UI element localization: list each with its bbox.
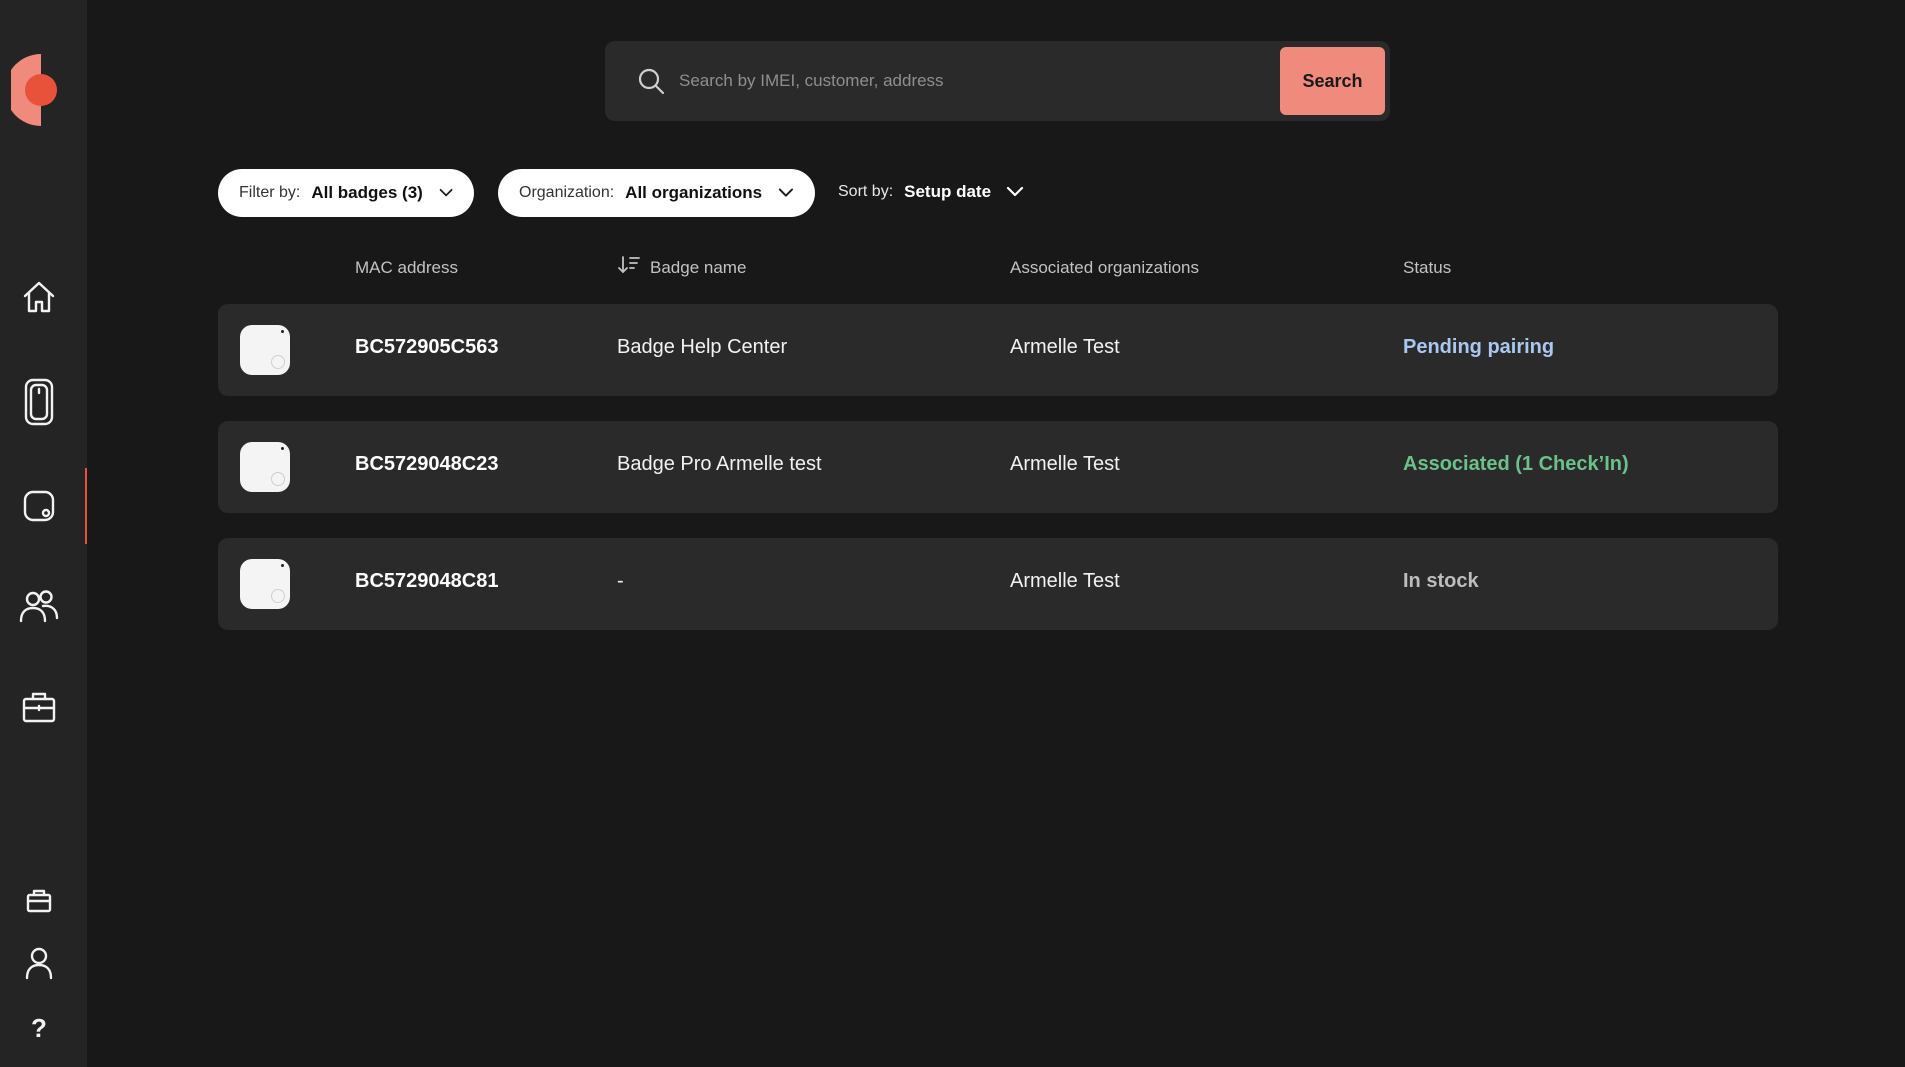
associated-organization: Armelle Test — [1010, 336, 1120, 358]
sort-by-value: Setup date — [904, 182, 992, 201]
phone-icon[interactable] — [14, 377, 64, 427]
user-icon[interactable] — [14, 938, 64, 988]
users-icon[interactable] — [14, 581, 64, 631]
sort-by-dropdown[interactable]: Sort by: Setup date — [838, 172, 1024, 212]
associated-organization: Armelle Test — [1010, 453, 1120, 475]
column-header-badge-name[interactable]: Badge name — [650, 258, 746, 278]
table-row[interactable]: BC572905C563 Badge Help Center Armelle T… — [218, 304, 1778, 396]
status-badge: Pending pairing — [1403, 336, 1555, 358]
active-nav-indicator — [85, 468, 87, 544]
inbox-icon[interactable] — [14, 876, 64, 926]
filter-by-value: All badges (3) — [311, 183, 423, 202]
status-badge: In stock — [1403, 570, 1479, 592]
badge-device-image — [240, 325, 290, 375]
badge-name: Badge Help Center — [617, 336, 788, 358]
badge-device-image — [240, 559, 290, 609]
brand-logo[interactable] — [5, 52, 67, 128]
filter-by-dropdown[interactable]: Filter by: All badges (3) — [218, 169, 474, 217]
search-input[interactable] — [679, 63, 1239, 99]
badge-icon[interactable] — [14, 481, 64, 531]
chevron-down-icon — [1006, 186, 1024, 197]
column-header-status[interactable]: Status — [1403, 258, 1451, 278]
chevron-down-icon — [439, 188, 453, 197]
status-badge: Associated (1 Check’In) — [1403, 453, 1629, 475]
search-icon — [637, 67, 665, 95]
organization-value: All organizations — [625, 183, 763, 202]
table-row[interactable]: BC5729048C23 Badge Pro Armelle test Arme… — [218, 421, 1778, 513]
associated-organization: Armelle Test — [1010, 570, 1120, 592]
badge-name: Badge Pro Armelle test — [617, 453, 822, 475]
home-icon[interactable] — [14, 272, 64, 322]
column-header-organizations[interactable]: Associated organizations — [1010, 258, 1199, 278]
organization-dropdown[interactable]: Organization: All organizations — [498, 169, 815, 217]
column-header-mac[interactable]: MAC address — [355, 258, 458, 278]
chevron-down-icon — [778, 188, 794, 197]
mac-address: BC5729048C81 — [355, 570, 499, 592]
mac-address: BC5729048C23 — [355, 453, 499, 475]
sort-by-label: Sort by: — [838, 183, 894, 200]
sidebar: ? — [0, 0, 87, 1067]
search-button[interactable]: Search — [1280, 47, 1385, 115]
badge-device-image — [240, 442, 290, 492]
help-icon[interactable]: ? — [14, 1003, 64, 1053]
sort-descending-icon[interactable] — [617, 254, 641, 276]
search-bar: Search — [605, 41, 1390, 121]
filter-by-label: Filter by: — [239, 184, 301, 201]
mac-address: BC572905C563 — [355, 336, 499, 358]
badge-name: - — [617, 570, 624, 592]
briefcase-icon[interactable] — [14, 682, 64, 732]
organization-label: Organization: — [519, 184, 615, 201]
table-row[interactable]: BC5729048C81 - Armelle Test In stock — [218, 538, 1778, 630]
